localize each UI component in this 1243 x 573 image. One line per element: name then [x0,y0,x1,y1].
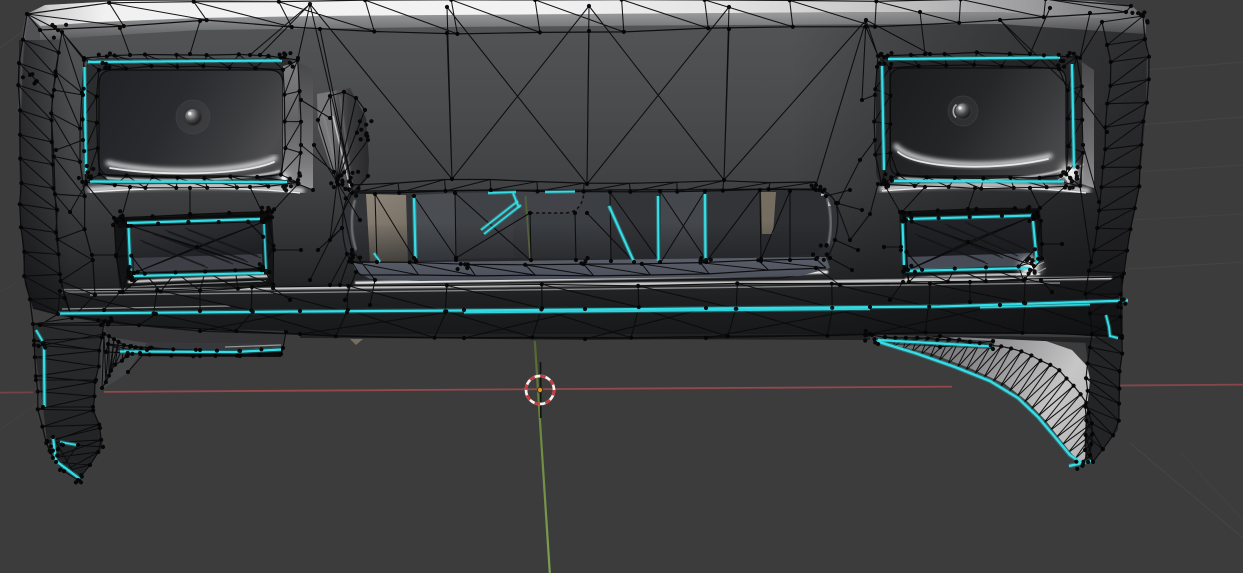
selected-edge[interactable] [83,66,88,175]
selected-edge[interactable] [656,195,660,262]
selected-edge[interactable] [901,221,906,266]
pocket-left-outer-band [298,62,313,190]
pocket-right-outer-band [1082,62,1094,188]
cursor-center-dot [537,386,544,393]
selected-edge[interactable] [412,196,417,259]
selected-edge[interactable] [87,59,283,64]
knob-left-sphere [185,109,201,125]
selected-edge[interactable] [891,179,1065,183]
3d-viewport[interactable] [0,0,1243,573]
selected-edge[interactable] [887,56,1061,61]
viewport-canvas[interactable] [0,0,1243,573]
knob-right-spec [958,106,962,110]
knob-left-spec [188,111,192,116]
selected-edge[interactable] [487,191,517,194]
knob-right-sphere [955,103,971,119]
selected-edge[interactable] [89,180,288,184]
selected-edge[interactable] [703,193,707,262]
selected-edge[interactable] [42,344,46,408]
opening-tab [513,191,585,213]
selected-edge[interactable] [544,190,576,193]
x-axis-segment-2 [1119,383,1243,387]
opening-inner-shade [352,222,832,263]
